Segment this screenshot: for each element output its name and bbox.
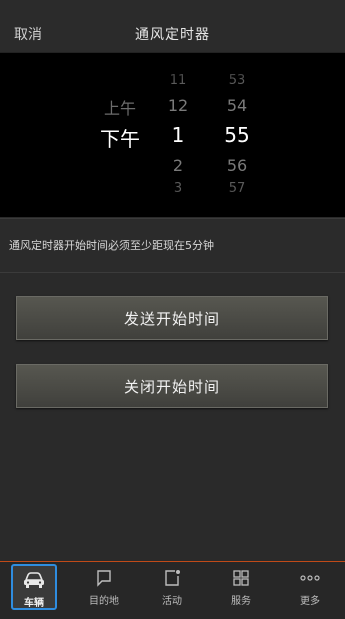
minute-option[interactable]: 53 [208,73,266,88]
tab-bar: 车辆 目的地 活动 服务 更多 [0,561,345,619]
minute-option[interactable]: 57 [208,181,266,196]
ampm-selected[interactable]: 下午 [92,123,148,152]
hour-selected[interactable]: 1 [150,123,206,147]
tab-label: 服务 [231,596,251,607]
tab-services[interactable]: 服务 [211,562,271,618]
tab-label: 活动 [162,596,182,607]
page-title: 通风定时器 [135,27,210,43]
activity-icon [163,569,181,591]
tab-vehicle[interactable]: 车辆 [11,564,57,610]
hint-text: 通风定时器开始时间必须至少距现在5分钟 [9,239,214,252]
more-icon [299,569,321,591]
tab-label: 车辆 [24,598,44,609]
minute-wheel[interactable]: 53 54 55 56 57 [208,53,266,217]
hour-wheel[interactable]: 11 12 1 2 3 [150,53,206,217]
close-start-time-button[interactable]: 关闭开始时间 [16,364,328,408]
hour-option[interactable]: 3 [150,181,206,196]
hint-band: 通风定时器开始时间必须至少距现在5分钟 [0,218,345,273]
hour-option[interactable]: 12 [150,96,206,115]
hour-option[interactable]: 11 [150,73,206,88]
tab-activity[interactable]: 活动 [142,562,202,618]
tab-destination[interactable]: 目的地 [74,562,134,618]
chat-bubble-icon [95,569,113,591]
minute-option[interactable]: 56 [208,156,266,175]
car-icon [22,571,46,593]
minute-option[interactable]: 54 [208,96,266,115]
tab-label: 更多 [300,596,320,607]
ampm-option[interactable]: 上午 [92,95,148,119]
tab-label: 目的地 [89,596,119,607]
hour-option[interactable]: 2 [150,156,206,175]
ampm-wheel[interactable]: 上午 下午 [92,53,148,217]
grid-icon [232,569,250,591]
minute-selected[interactable]: 55 [208,123,266,147]
time-picker[interactable]: 上午 下午 11 12 1 2 3 53 54 55 56 57 [0,53,345,217]
tab-more[interactable]: 更多 [280,562,340,618]
send-start-time-button[interactable]: 发送开始时间 [16,296,328,340]
top-bar: 取消 通风定时器 [0,0,345,53]
